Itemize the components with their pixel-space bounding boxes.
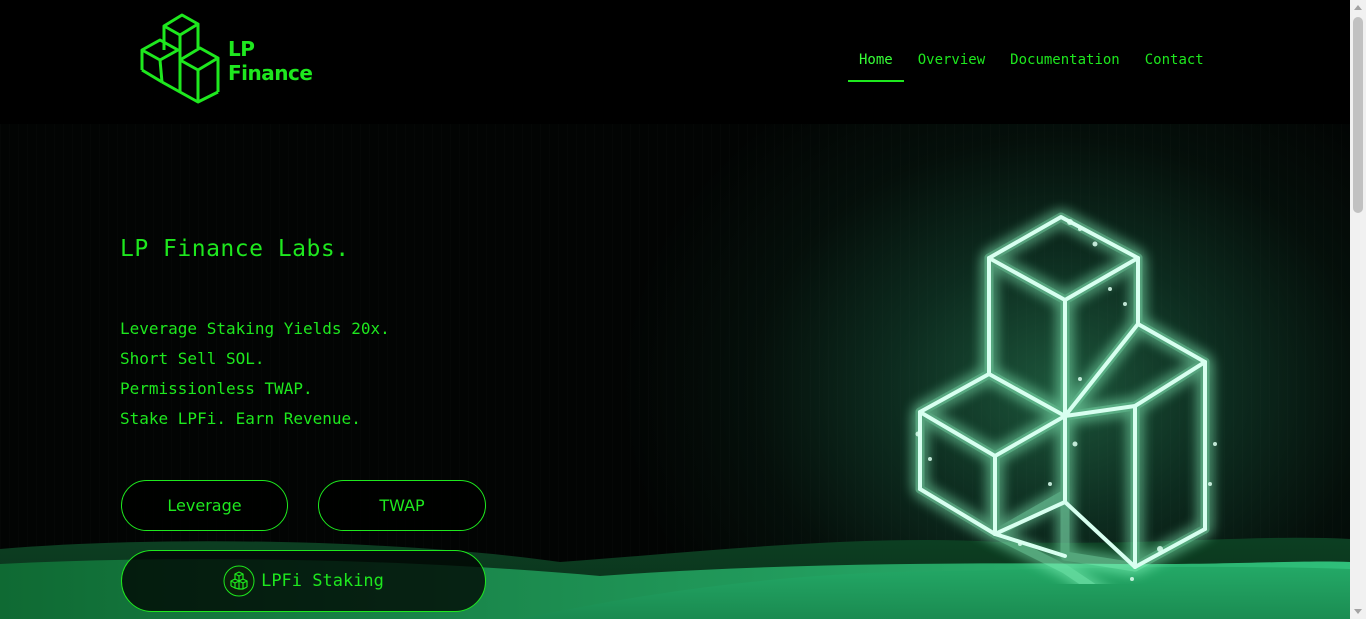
lp-finance-logo[interactable]: LP Finance [138, 10, 313, 106]
glowing-cubes-illustration [915, 212, 1217, 584]
scroll-down-arrow-icon[interactable] [1354, 609, 1362, 614]
twap-button[interactable]: TWAP [318, 480, 486, 531]
hero-taglines: Leverage Staking Yields 20x. Short Sell … [120, 314, 390, 434]
lp-finance-cube-logo-icon [140, 13, 220, 104]
logo-line-2: Finance [228, 61, 313, 85]
main-nav: Home Overview Documentation Contact [848, 46, 1218, 82]
leverage-button[interactable]: Leverage [121, 480, 288, 531]
tagline-1: Leverage Staking Yields 20x. [120, 319, 390, 338]
nav-contact[interactable]: Contact [1134, 46, 1215, 82]
hero-title: LP Finance Labs. [120, 236, 350, 262]
hero-section: LP Finance Labs. Leverage Staking Yields… [0, 124, 1350, 619]
logo-line-1: LP [228, 37, 255, 61]
leverage-button-label: Leverage [167, 496, 242, 515]
scroll-up-arrow-icon[interactable] [1354, 5, 1362, 10]
page: LP Finance Home Overview Documentation C… [0, 0, 1366, 619]
lpfi-staking-button-label: LPFi Staking [261, 571, 384, 591]
tagline-4: Stake LPFi. Earn Revenue. [120, 409, 361, 428]
site-header: LP Finance Home Overview Documentation C… [0, 0, 1350, 124]
lpfi-staking-button[interactable]: LPFi Staking [121, 550, 486, 612]
nav-documentation[interactable]: Documentation [999, 46, 1131, 82]
nav-overview[interactable]: Overview [907, 46, 996, 82]
twap-button-label: TWAP [379, 496, 425, 515]
scroll-thumb[interactable] [1353, 17, 1363, 213]
tagline-2: Short Sell SOL. [120, 349, 265, 368]
tagline-3: Permissionless TWAP. [120, 379, 313, 398]
page-scrollbar[interactable] [1350, 0, 1366, 619]
logo-wordmark: LP Finance [228, 37, 313, 85]
lpfi-staking-icon [223, 565, 255, 597]
nav-home[interactable]: Home [848, 46, 904, 82]
